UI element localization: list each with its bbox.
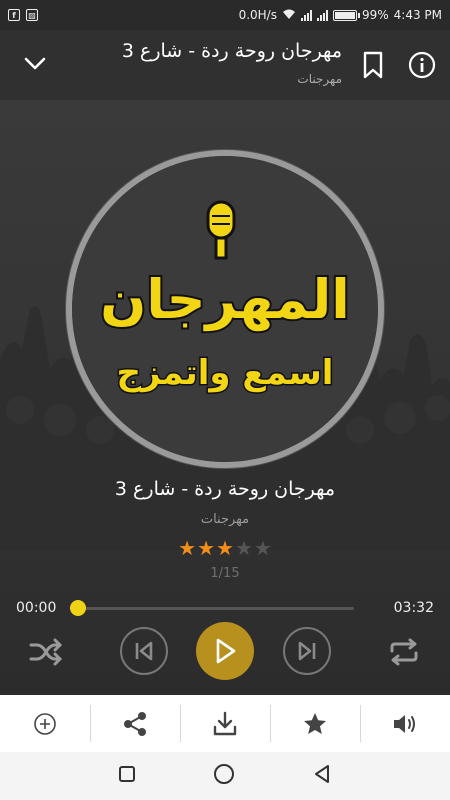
status-bar: f ▨ 0.0H/s 99% 4:43 PM: [0, 0, 450, 30]
download-icon: [213, 711, 237, 735]
action-toolbar: [0, 695, 450, 752]
star-filled-icon[interactable]: ★: [178, 538, 196, 558]
signal-2-icon: [316, 9, 328, 21]
notification-icons: f ▨: [8, 9, 38, 21]
recent-apps-icon[interactable]: [117, 764, 137, 788]
seek-bar[interactable]: [76, 607, 354, 610]
image-notification-icon: ▨: [26, 9, 38, 21]
volume-icon: [394, 714, 415, 733]
volume-button[interactable]: [360, 695, 450, 752]
next-button[interactable]: [283, 627, 331, 675]
star-rating[interactable]: ★ ★ ★ ★ ★: [0, 538, 450, 558]
total-time: 03:32: [393, 600, 434, 616]
track-position: 1/15: [210, 566, 240, 581]
previous-button[interactable]: [120, 627, 168, 675]
play-button[interactable]: [196, 622, 254, 680]
back-icon[interactable]: [311, 763, 333, 789]
song-title: مهرجان روحة ردة - شارع 3: [114, 478, 336, 500]
status-indicators: 0.0H/s 99% 4:43 PM: [239, 8, 442, 23]
clock: 4:43 PM: [393, 8, 442, 22]
battery-level: 99%: [361, 8, 389, 22]
add-to-playlist-button[interactable]: [0, 695, 90, 752]
star-filled-icon[interactable]: ★: [216, 538, 234, 558]
mahrajan-logo: المهرجان اسمع واتمزج: [72, 156, 378, 462]
star-empty-icon[interactable]: ★: [235, 538, 253, 558]
seek-thumb[interactable]: [70, 600, 86, 616]
battery-icon: [332, 9, 360, 21]
album-artwork: المهرجان اسمع واتمزج: [66, 150, 384, 468]
system-nav-bar: [0, 752, 450, 800]
next-icon: [298, 641, 316, 661]
network-speed: 0.0H/s: [238, 8, 277, 22]
header-title: مهرجان روحة ردة - شارع 3: [121, 40, 342, 62]
svg-text:المهرجان: المهرجان: [100, 268, 350, 331]
favorite-button[interactable]: [270, 695, 360, 752]
star-empty-icon[interactable]: ★: [254, 538, 272, 558]
home-icon[interactable]: [212, 762, 236, 790]
player-header: مهرجان روحة ردة - شارع 3 مهرجنات: [0, 30, 450, 100]
info-icon[interactable]: [408, 51, 436, 79]
add-icon: [34, 712, 56, 735]
bookmark-icon[interactable]: [360, 50, 386, 80]
player-panel: المهرجان اسمع واتمزج مهرجان روحة ردة - ش…: [0, 100, 450, 695]
wifi-icon: [282, 8, 296, 23]
facebook-notification-icon: f: [8, 9, 20, 21]
shuffle-icon[interactable]: [26, 632, 66, 672]
elapsed-time: 00:00: [16, 600, 57, 616]
svg-text:اسمع واتمزج: اسمع واتمزج: [117, 353, 334, 393]
play-icon: [216, 638, 236, 664]
repeat-icon[interactable]: [384, 632, 424, 672]
header-subtitle: مهرجنات: [297, 72, 342, 86]
download-button[interactable]: [180, 695, 270, 752]
signal-icon: [300, 9, 312, 21]
song-category: مهرجنات: [200, 512, 250, 527]
share-button[interactable]: [90, 695, 180, 752]
star-filled-icon[interactable]: ★: [197, 538, 215, 558]
chevron-down-icon[interactable]: [22, 50, 48, 76]
share-icon: [124, 711, 146, 736]
star-icon: [304, 712, 326, 734]
previous-icon: [135, 641, 153, 661]
